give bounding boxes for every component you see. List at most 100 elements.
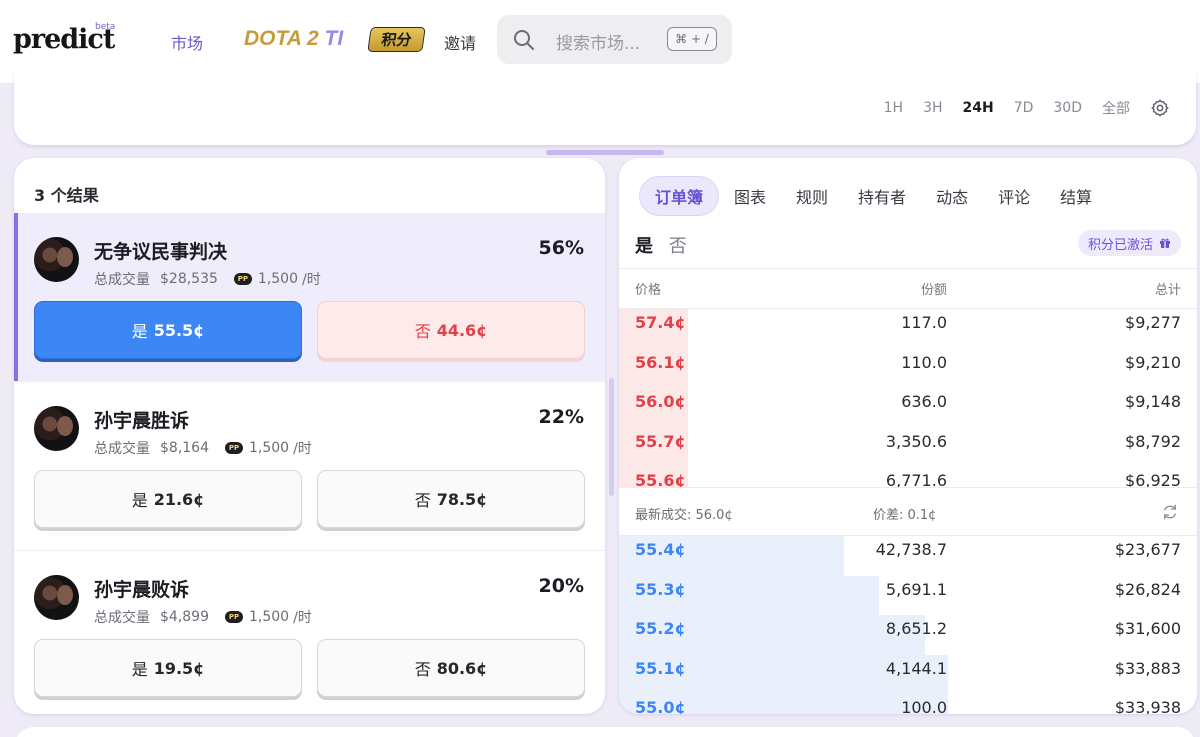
bid-total: $33,938 [1114, 698, 1181, 714]
buy-no-button[interactable]: 否 78.5¢ [317, 470, 585, 528]
no-price: 44.6¢ [436, 320, 488, 340]
outcome-name: 孙宇晨胜诉 [94, 410, 190, 432]
bid-row[interactable]: 55.4¢ 42,738.7 $23,677 [619, 536, 1197, 576]
nav-invite-link[interactable]: 邀请 [444, 30, 476, 54]
buy-no-button[interactable]: 否 80.6¢ [317, 639, 585, 697]
bid-row[interactable]: 55.2¢ 8,651.2 $31,600 [619, 615, 1197, 655]
bid-price: 55.0¢ [635, 698, 686, 714]
timeframe-all[interactable]: 全部 [1102, 98, 1130, 118]
points-active-badge[interactable]: 积分已激活 [1077, 230, 1181, 256]
outcome-meta: 总成交量 $28,535 PP 1,500 /时 [94, 269, 321, 289]
last-trade-price: 最新成交: 56.0¢ [635, 508, 733, 523]
ask-shares: 110.0 [901, 352, 947, 372]
tab-resolution[interactable]: 结算 [1045, 176, 1107, 216]
avatar [34, 406, 79, 451]
nav-points-button[interactable]: 积分 [367, 27, 426, 52]
col-shares-header: 份额 [920, 283, 947, 298]
timeframe-24h[interactable]: 24H [963, 100, 994, 116]
yes-price: 21.6¢ [153, 489, 205, 509]
timeframe-3h[interactable]: 3H [923, 100, 942, 116]
timeframe-7d[interactable]: 7D [1014, 100, 1034, 116]
tab-chart[interactable]: 图表 [719, 176, 781, 216]
nav-dota-label: DOTA 2 [244, 27, 319, 50]
gear-icon[interactable] [1150, 98, 1170, 118]
timeframe-selector: 1H 3H 24H 7D 30D 全部 [864, 98, 1170, 118]
nav-dota-link[interactable]: DOTA 2 TI [244, 27, 343, 51]
ask-row[interactable]: 55.7¢ 3,350.6 $8,792 [619, 427, 1197, 467]
outcomes-scrollbar[interactable] [609, 378, 614, 496]
bid-shares: 42,738.7 [875, 540, 947, 559]
bid-price: 55.2¢ [635, 619, 686, 638]
col-price-header: 价格 [635, 283, 662, 298]
side-no-tab[interactable]: 否 [669, 236, 687, 257]
search-shortcut-badge: ⌘ + / [667, 27, 717, 51]
points-coin-icon: PP [225, 442, 243, 454]
ask-row[interactable]: 57.4¢ 117.0 $9,277 [619, 309, 1197, 349]
avatar [34, 575, 79, 620]
no-label: 否 [414, 491, 431, 510]
points-rate-unit: /时 [293, 441, 312, 457]
outcome-item[interactable]: 孙宇晨败诉 20% 总成交量 $4,899 PP 1,500 /时 是 19.5… [14, 551, 605, 714]
buy-yes-button[interactable]: 是 19.5¢ [34, 639, 302, 697]
tab-orderbook[interactable]: 订单簿 [639, 176, 720, 216]
outcome-meta: 总成交量 $8,164 PP 1,500 /时 [94, 438, 312, 458]
tab-comments[interactable]: 评论 [983, 176, 1045, 216]
volume-value: $4,899 [160, 609, 209, 625]
bid-total: $31,600 [1114, 619, 1181, 638]
nav-market-link[interactable]: 市场 [171, 30, 203, 54]
lower-panel-edge [14, 727, 1196, 737]
bid-price: 55.3¢ [635, 579, 686, 599]
ask-price: 56.1¢ [635, 352, 686, 372]
outcome-probability: 56% [538, 237, 584, 259]
bid-row[interactable]: 55.1¢ 4,144.1 $33,883 [619, 654, 1197, 694]
ask-shares: 636.0 [901, 392, 947, 411]
tab-activity[interactable]: 动态 [921, 176, 983, 216]
outcome-name: 孙宇晨败诉 [94, 579, 190, 601]
refresh-icon[interactable] [1161, 503, 1179, 521]
ask-row[interactable]: 55.6¢ 6,771.6 $6,925 [619, 467, 1197, 487]
search-placeholder: 搜索市场... [556, 34, 641, 54]
outcomes-panel: 3 个结果 无争议民事判决 56% 总成交量 $28,535 PP 1,500 … [14, 158, 605, 714]
buy-yes-button[interactable]: 是 21.6¢ [34, 470, 302, 528]
no-price: 80.6¢ [436, 658, 488, 678]
outcome-item[interactable]: 孙宇晨胜诉 22% 总成交量 $8,164 PP 1,500 /时 是 21.6… [14, 382, 605, 551]
volume-label: 总成交量 [94, 610, 150, 626]
ask-price: 55.7¢ [635, 431, 686, 451]
timeframe-1h[interactable]: 1H [884, 100, 903, 116]
nav-dota-ti-label: TI [324, 27, 344, 50]
search-input[interactable]: 搜索市场... ⌘ + / [497, 15, 732, 64]
tab-rules[interactable]: 规则 [781, 176, 843, 216]
bid-total: $23,677 [1114, 540, 1181, 559]
ask-price: 57.4¢ [635, 313, 686, 332]
ask-shares: 3,350.6 [885, 431, 947, 451]
outcome-item[interactable]: 无争议民事判决 56% 总成交量 $28,535 PP 1,500 /时 是 5… [14, 213, 605, 382]
ask-row[interactable]: 56.0¢ 636.0 $9,148 [619, 388, 1197, 428]
ask-total: $9,277 [1125, 313, 1181, 332]
orderbook-panel: 订单簿 图表 规则 持有者 动态 评论 结算 是 否 积分已激活 价格 份额 总… [619, 158, 1197, 714]
bid-total: $26,824 [1114, 579, 1181, 599]
detail-tabs: 订单簿 图表 规则 持有者 动态 评论 结算 [639, 176, 1107, 216]
bid-row[interactable]: 55.0¢ 100.0 $33,938 [619, 694, 1197, 714]
ask-shares: 6,771.6 [885, 471, 947, 487]
ask-price: 56.0¢ [635, 392, 686, 411]
buy-yes-button[interactable]: 是 55.5¢ [34, 301, 302, 359]
gift-icon [1160, 238, 1170, 248]
col-total-header: 总计 [1154, 283, 1181, 298]
bid-shares: 4,144.1 [885, 658, 947, 678]
points-rate-unit: /时 [293, 610, 312, 626]
timeframe-30d[interactable]: 30D [1053, 100, 1082, 116]
panel-resize-handle[interactable] [546, 150, 664, 155]
ask-row[interactable]: 56.1¢ 110.0 $9,210 [619, 348, 1197, 388]
buy-no-button[interactable]: 否 44.6¢ [317, 301, 585, 359]
bid-row[interactable]: 55.3¢ 5,691.1 $26,824 [619, 575, 1197, 615]
yes-price: 19.5¢ [153, 658, 205, 678]
ask-total: $6,925 [1125, 471, 1181, 487]
avatar [34, 237, 79, 282]
yes-label: 是 [131, 660, 148, 679]
tab-holders[interactable]: 持有者 [843, 176, 921, 216]
asks-list: 57.4¢ 117.0 $9,277 56.1¢ 110.0 $9,210 56… [619, 309, 1197, 487]
side-toggle: 是 否 [635, 232, 687, 258]
search-icon [514, 30, 534, 50]
side-yes-tab[interactable]: 是 [635, 236, 653, 257]
points-rate: 1,500 [257, 271, 298, 287]
